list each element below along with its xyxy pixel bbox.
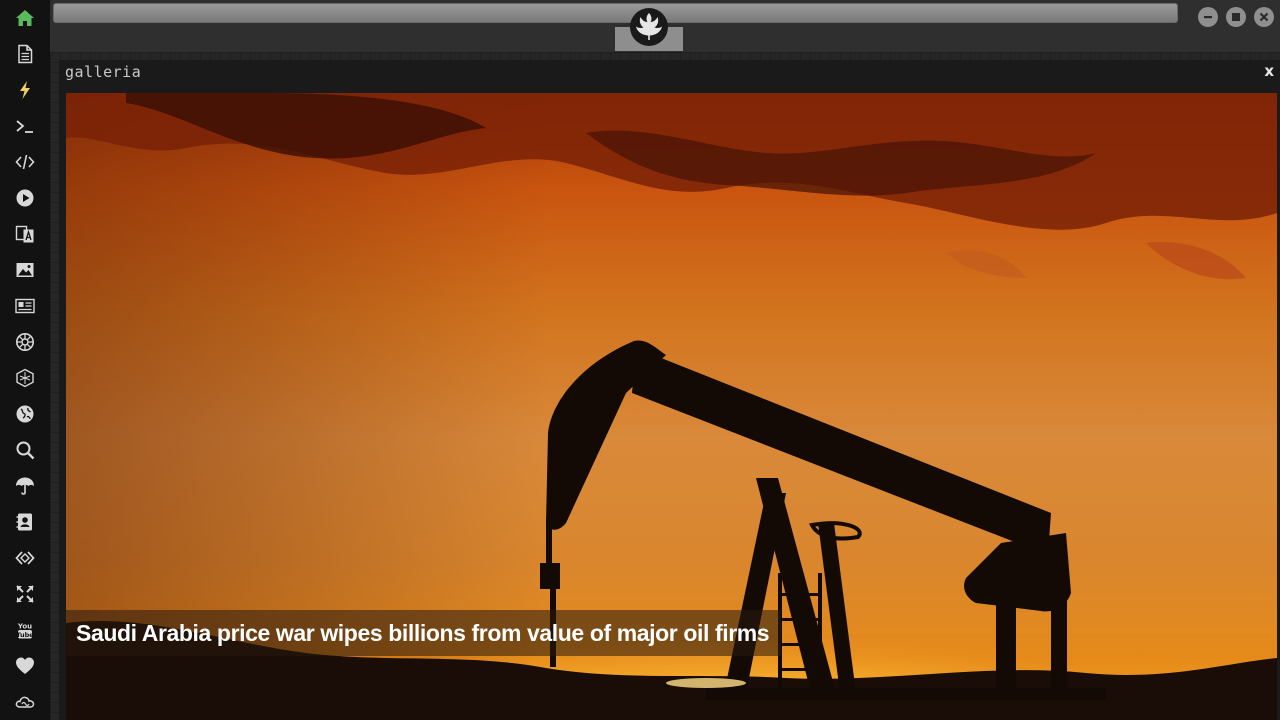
image-icon — [16, 263, 34, 277]
sidebar-item-umbrella[interactable] — [0, 468, 50, 504]
home-icon — [16, 10, 34, 26]
window-close-button[interactable]: x — [1264, 62, 1274, 80]
sidebar-item-search[interactable] — [0, 432, 50, 468]
hexagon-icon — [16, 368, 34, 388]
sidebar-item-code[interactable] — [0, 144, 50, 180]
lightning-icon — [20, 81, 30, 99]
minimize-button[interactable] — [1198, 7, 1218, 27]
contacts-icon — [16, 513, 32, 531]
sidebar-item-favorites[interactable] — [0, 648, 50, 684]
sidebar-item-cloud[interactable] — [0, 684, 50, 720]
search-icon — [16, 441, 35, 460]
heart-icon — [16, 657, 34, 674]
sidebar-item-embed[interactable] — [0, 540, 50, 576]
image-caption: Saudi Arabia price war wipes billions fr… — [66, 610, 782, 656]
terminal-icon — [16, 120, 33, 133]
galleria-window: galleria x Saudi Arabia price war wipes … — [59, 60, 1280, 720]
sidebar-item-image[interactable] — [0, 252, 50, 288]
embed-icon — [15, 551, 35, 565]
sidebar-item-translate[interactable] — [0, 216, 50, 252]
close-icon — [1259, 12, 1269, 22]
content-area: galleria x Saudi Arabia price war wipes … — [50, 52, 1280, 720]
play-icon — [16, 189, 34, 207]
cloud-icon — [15, 696, 35, 708]
sidebar-item-youtube[interactable]: You Tube — [0, 612, 50, 648]
rebel-alliance-icon[interactable] — [629, 7, 669, 47]
globe-icon — [16, 405, 34, 423]
sidebar: You Tube — [0, 0, 51, 720]
sidebar-item-lightning[interactable] — [0, 72, 50, 108]
sidebar-item-play[interactable] — [0, 180, 50, 216]
top-bar — [50, 0, 1280, 53]
document-icon — [18, 44, 33, 64]
umbrella-icon — [16, 477, 34, 495]
newspaper-icon — [15, 298, 35, 314]
sidebar-item-home[interactable] — [0, 0, 50, 36]
maximize-button[interactable] — [1226, 7, 1246, 27]
address-bar[interactable] — [53, 3, 1178, 23]
translate-icon — [15, 225, 34, 243]
window-title: galleria — [65, 63, 142, 81]
window-controls — [1198, 7, 1274, 27]
youtube-icon: YouTube — [16, 623, 34, 639]
sidebar-item-newspaper[interactable] — [0, 288, 50, 324]
maximize-icon — [1232, 13, 1240, 21]
sidebar-item-hexagon[interactable] — [0, 360, 50, 396]
minimize-icon — [1204, 16, 1212, 19]
svg-text:You: You — [17, 623, 32, 631]
sidebar-item-contacts[interactable] — [0, 504, 50, 540]
sidebar-item-fullscreen[interactable] — [0, 576, 50, 612]
galactic-empire-icon — [16, 333, 34, 351]
close-window-button[interactable] — [1254, 7, 1274, 27]
sidebar-item-globe[interactable] — [0, 396, 50, 432]
sidebar-item-empire[interactable] — [0, 324, 50, 360]
code-icon — [15, 154, 35, 170]
fullscreen-icon — [16, 585, 34, 603]
sidebar-item-terminal[interactable] — [0, 108, 50, 144]
sidebar-item-document[interactable] — [0, 36, 50, 72]
svg-text:Tube: Tube — [16, 631, 34, 639]
